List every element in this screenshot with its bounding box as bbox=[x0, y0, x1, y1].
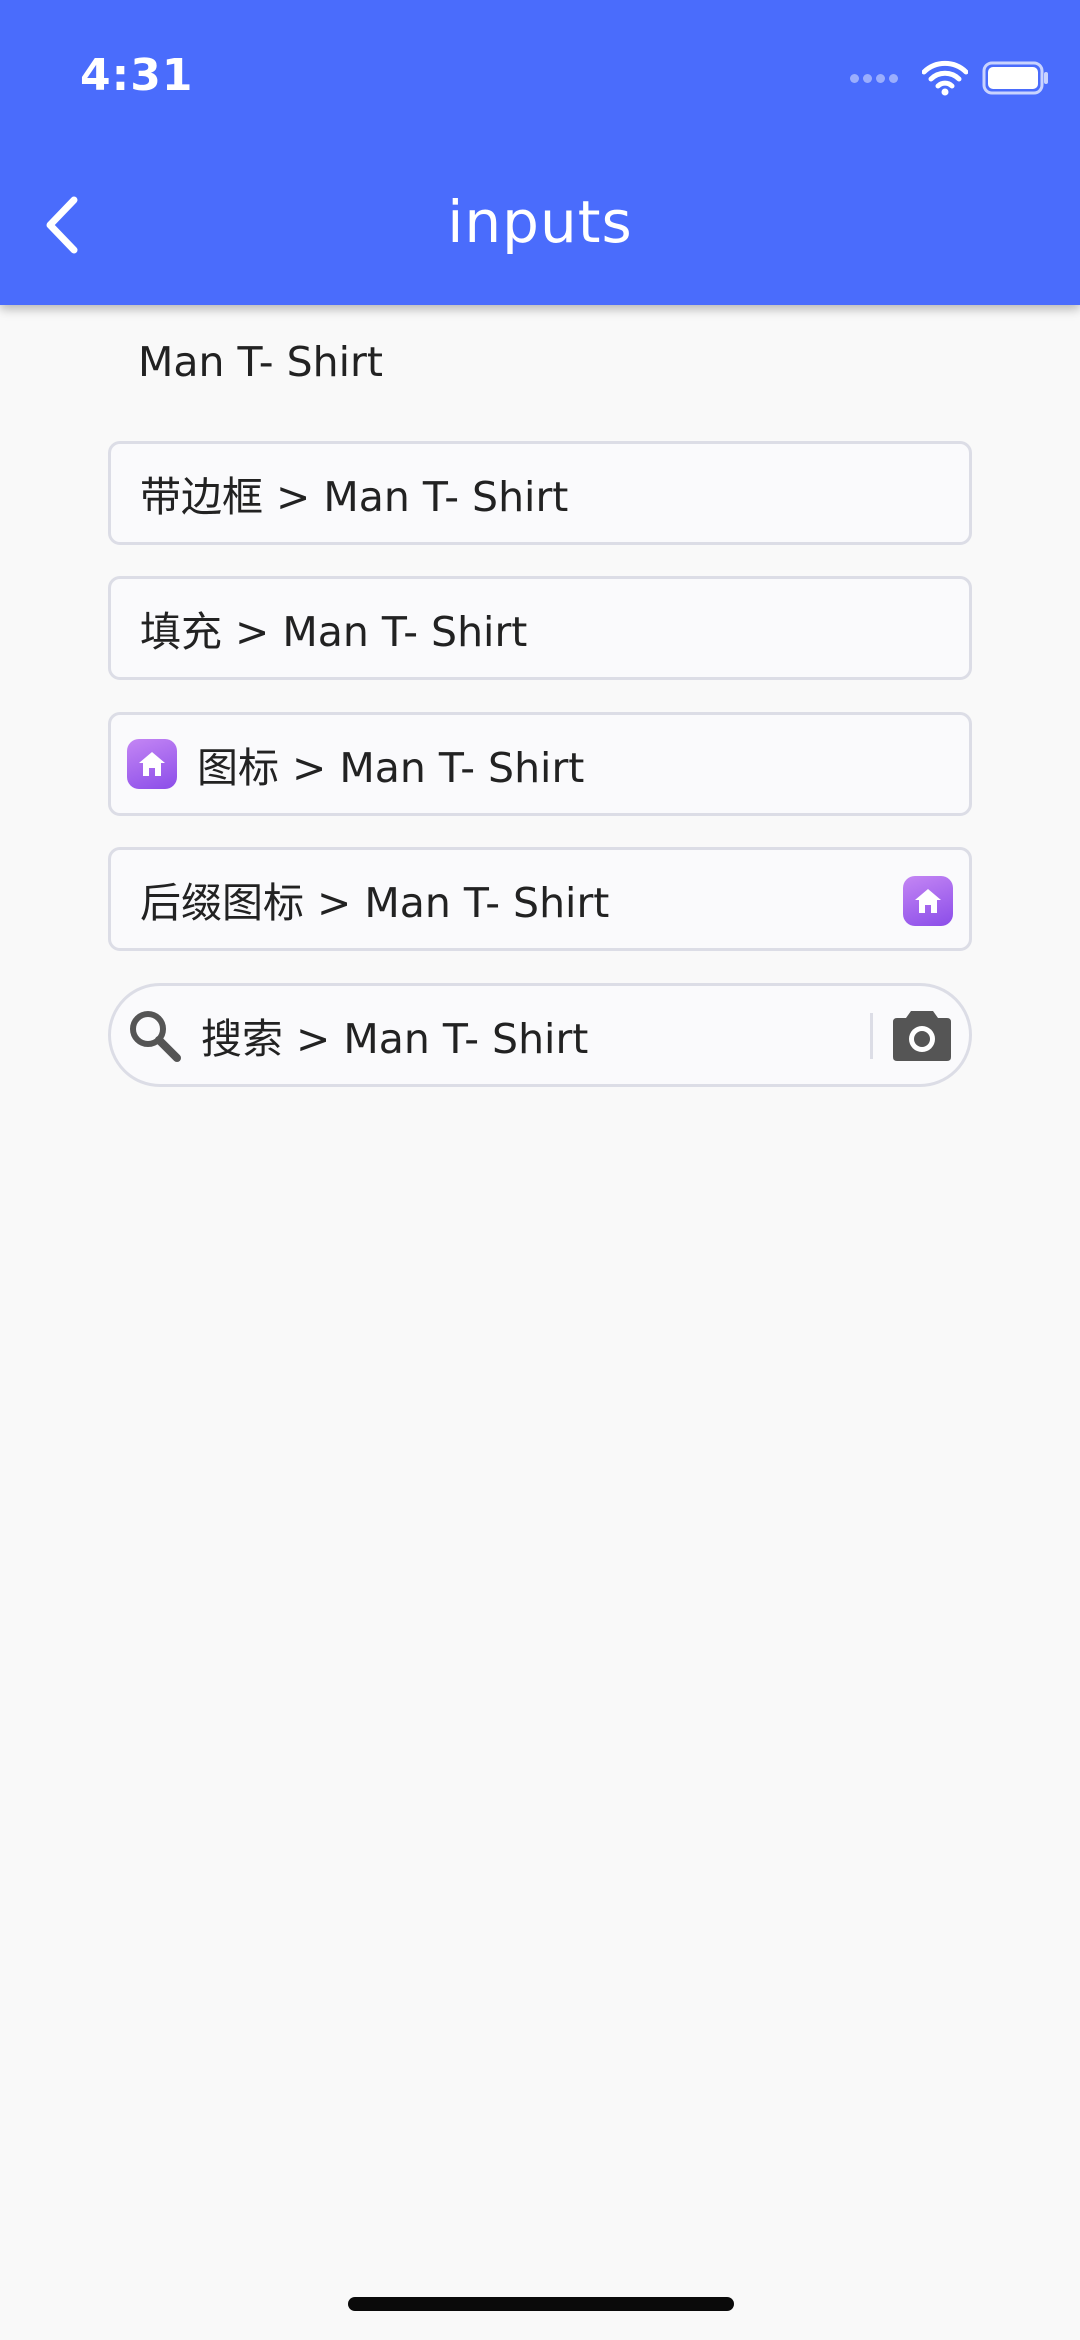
wifi-icon bbox=[922, 60, 968, 96]
home-icon bbox=[127, 739, 177, 789]
app-bar: 4:31 inputs bbox=[0, 0, 1080, 305]
divider bbox=[870, 1013, 873, 1059]
bordered-input-field[interactable]: 带边框 > Man T- Shirt bbox=[108, 441, 972, 545]
field-value: 后缀图标 > Man T- Shirt bbox=[140, 879, 610, 927]
field-value: 搜索 > Man T- Shirt bbox=[201, 1015, 589, 1063]
field-value: 填充 > Man T- Shirt bbox=[140, 608, 528, 656]
plain-text-value[interactable]: Man T- Shirt bbox=[138, 338, 383, 386]
field-value: 图标 > Man T- Shirt bbox=[197, 744, 585, 792]
page-title: inputs bbox=[447, 188, 633, 256]
status-icons bbox=[850, 58, 1050, 98]
field-value: 带边框 > Man T- Shirt bbox=[140, 473, 569, 521]
battery-icon bbox=[982, 61, 1048, 95]
home-indicator bbox=[348, 2297, 734, 2311]
prefix-icon-input-field[interactable]: 图标 > Man T- Shirt bbox=[108, 712, 972, 816]
search-input-field[interactable]: 搜索 > Man T- Shirt bbox=[108, 983, 972, 1087]
camera-icon[interactable] bbox=[891, 1005, 953, 1063]
cellular-signal-icon bbox=[850, 73, 902, 83]
search-icon bbox=[130, 1011, 181, 1062]
filled-input-field[interactable]: 填充 > Man T- Shirt bbox=[108, 576, 972, 680]
status-time: 4:31 bbox=[80, 50, 194, 101]
home-icon[interactable] bbox=[903, 876, 953, 926]
suffix-icon-input-field[interactable]: 后缀图标 > Man T- Shirt bbox=[108, 847, 972, 951]
